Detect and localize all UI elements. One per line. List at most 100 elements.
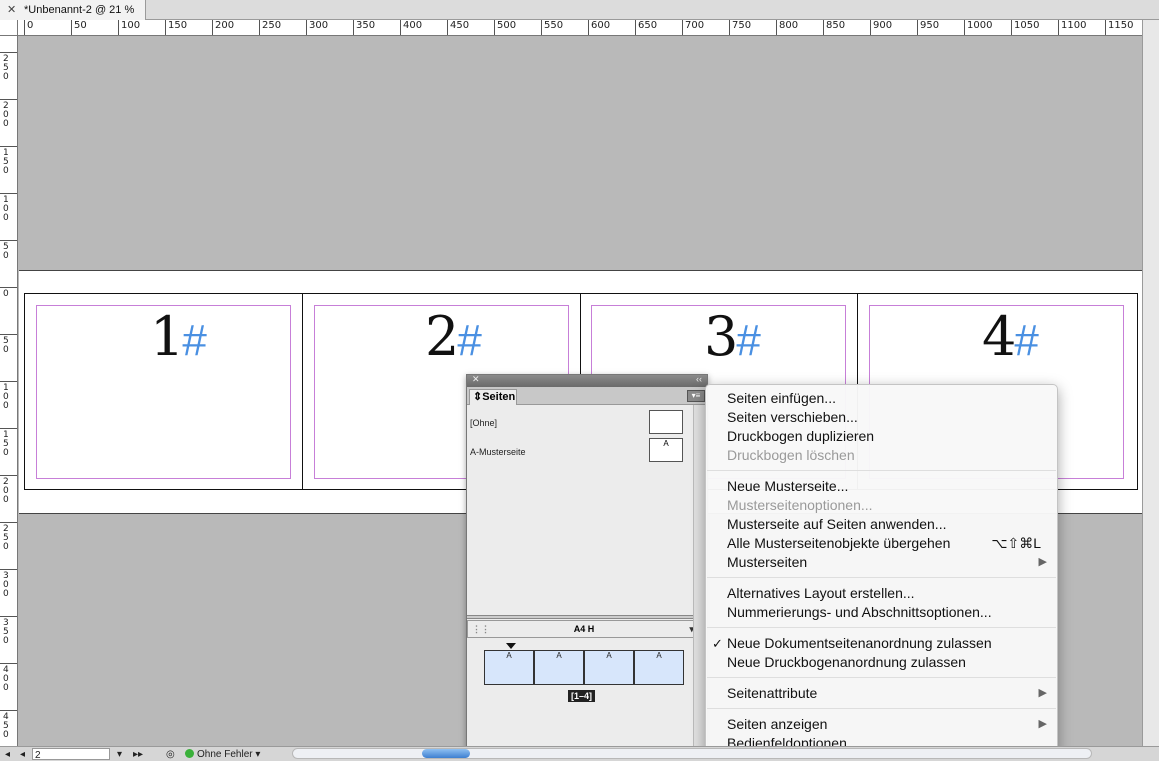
menu-item[interactable]: Alternatives Layout erstellen... — [727, 584, 1047, 603]
section-marker: # — [182, 316, 207, 365]
menu-item[interactable]: Seiten verschieben... — [727, 408, 1047, 427]
menu-item[interactable]: Alle Musterseitenobjekte übergehen ⌥⇧⌘L — [727, 534, 1047, 553]
menu-item-label: Musterseitenoptionen... — [727, 497, 873, 513]
horizontal-scrollbar[interactable] — [292, 748, 1092, 759]
panel-titlebar[interactable]: ✕ ‹‹ — [467, 374, 707, 387]
ruler-tick — [0, 99, 17, 100]
menu-item-label: Druckbogen löschen — [727, 447, 855, 463]
vertical-scrollbar[interactable] — [1142, 20, 1159, 746]
master-item-a[interactable]: A-Musterseite — [470, 447, 526, 457]
ruler-tick — [588, 20, 589, 35]
page-number-1: 1# — [150, 305, 207, 368]
pages-panel-menu: Seiten einfügen... Seiten verschieben... D… — [705, 384, 1058, 758]
ruler-tick — [0, 710, 17, 711]
menu-item[interactable]: Seitenattribute ▶ — [727, 684, 1047, 703]
horizontal-scroll-thumb[interactable] — [422, 749, 470, 758]
page-menu-icon[interactable]: ▾ — [117, 748, 122, 761]
menu-separator — [707, 470, 1056, 471]
panel-splitter[interactable] — [467, 615, 693, 619]
panel-close-icon[interactable]: ✕ — [472, 374, 480, 385]
ruler-tick — [259, 20, 260, 35]
menu-item-label: Alle Musterseitenobjekte übergehen — [727, 535, 951, 551]
menu-item[interactable]: Nummerierungs- und Abschnittsoptionen... — [727, 603, 1047, 622]
ruler-tick — [353, 20, 354, 35]
ruler-label: 250 — [262, 20, 282, 31]
page-size-select[interactable]: ⋮⋮ A4 H ▾ — [467, 620, 699, 638]
menu-item[interactable]: ✓ Neue Dokumentseitenanordnung zulassen — [712, 634, 1047, 653]
ruler-label: 800 — [779, 20, 799, 31]
menu-item[interactable]: Seiten einfügen... — [727, 389, 1047, 408]
page-thumb-4[interactable]: A — [634, 650, 684, 685]
checkmark-icon: ✓ — [712, 636, 723, 651]
page-thumb-1[interactable]: A — [484, 650, 534, 685]
prev-page-icon[interactable]: ◂ — [20, 748, 25, 761]
document-tab-title: *Unbenannt-2 @ 21 % — [24, 4, 135, 16]
ruler-tick — [118, 20, 119, 35]
ruler-tick — [24, 20, 25, 35]
page-number-3: 3# — [704, 305, 761, 368]
ruler-label: 0 — [27, 20, 34, 31]
ruler-label: 0 — [3, 289, 9, 299]
ruler-tick — [494, 20, 495, 35]
ruler-label: 1100 — [1061, 20, 1087, 31]
menu-item-label: Musterseite auf Seiten anwenden... — [727, 516, 947, 532]
section-marker: # — [1014, 316, 1039, 365]
page-thumb-3[interactable]: A — [584, 650, 634, 685]
menu-item[interactable]: Neue Musterseite... — [727, 477, 1047, 496]
ruler-tick — [212, 20, 213, 35]
next-page-icon[interactable]: ▸▸ — [133, 748, 143, 761]
ruler-tick — [635, 20, 636, 35]
first-page-icon[interactable]: ◂ — [5, 748, 10, 761]
ruler-label: 400 — [403, 20, 423, 31]
ruler-tick — [0, 569, 17, 570]
master-item-none[interactable]: [Ohne] — [470, 418, 497, 428]
ruler-tick — [0, 616, 17, 617]
panel-collapse-icon[interactable]: ‹‹ — [696, 374, 702, 384]
menu-separator — [707, 708, 1056, 709]
ruler-label: 500 — [497, 20, 517, 31]
ruler-origin[interactable] — [0, 20, 18, 36]
ruler-label: 350 — [356, 20, 376, 31]
ruler-tick — [0, 146, 17, 147]
ruler-label: 400 — [3, 665, 9, 693]
close-tab-icon[interactable]: ✕ — [7, 0, 16, 20]
ruler-label: 350 — [3, 618, 9, 646]
page-thumb-2[interactable]: A — [534, 650, 584, 685]
ruler-label: 200 — [3, 477, 9, 505]
ruler-tick — [541, 20, 542, 35]
preflight-profile-icon[interactable]: ◎ — [166, 748, 175, 761]
shortcut-label: ⌥⇧⌘L — [991, 535, 1041, 551]
preflight-status[interactable]: Ohne Fehler ▾ — [185, 748, 285, 761]
ruler-label: 650 — [638, 20, 658, 31]
menu-item[interactable]: Druckbogen duplizieren — [727, 427, 1047, 446]
ruler-tick — [729, 20, 730, 35]
ruler-tick — [0, 428, 17, 429]
ruler-label: 250 — [3, 54, 9, 82]
menu-item-label: Neue Musterseite... — [727, 478, 849, 494]
ruler-tick — [0, 193, 17, 194]
menu-item[interactable]: Musterseiten ▶ — [727, 553, 1047, 572]
document-tab[interactable]: ✕ *Unbenannt-2 @ 21 % — [0, 0, 146, 20]
submenu-arrow-icon: ▶ — [1038, 556, 1047, 568]
panel-menu-button[interactable]: ▾≡ — [687, 390, 705, 402]
vertical-ruler[interactable]: 250 200 150 100 50 0 50 100 150 200 250 300 350 400 45… — [0, 36, 18, 746]
page-number-field[interactable]: 2 — [32, 748, 110, 761]
ruler-label: 450 — [450, 20, 470, 31]
ruler-label: 50 — [3, 336, 9, 355]
ruler-label: 300 — [309, 20, 329, 31]
menu-item-label: Neue Dokumentseitenanordnung zulassen — [727, 635, 992, 651]
ruler-label: 200 — [215, 20, 235, 31]
ruler-tick — [0, 52, 17, 53]
ruler-label: 150 — [3, 148, 9, 176]
ruler-label: 900 — [873, 20, 893, 31]
menu-item[interactable]: Seiten anzeigen ▶ — [727, 715, 1047, 734]
ruler-tick — [1105, 20, 1106, 35]
master-thumb-a[interactable]: A — [649, 438, 683, 462]
menu-item[interactable]: Musterseite auf Seiten anwenden... — [727, 515, 1047, 534]
menu-item[interactable]: Neue Druckbogenanordnung zulassen — [727, 653, 1047, 672]
master-thumb-none[interactable] — [649, 410, 683, 434]
horizontal-ruler[interactable]: 0 50 100 150 200 250 300 350 400 450 500 550 600 650 7… — [18, 20, 1142, 36]
ruler-label: 750 — [732, 20, 752, 31]
ruler-tick — [0, 334, 17, 335]
tab-seiten[interactable]: ⇕Seiten — [469, 389, 517, 405]
